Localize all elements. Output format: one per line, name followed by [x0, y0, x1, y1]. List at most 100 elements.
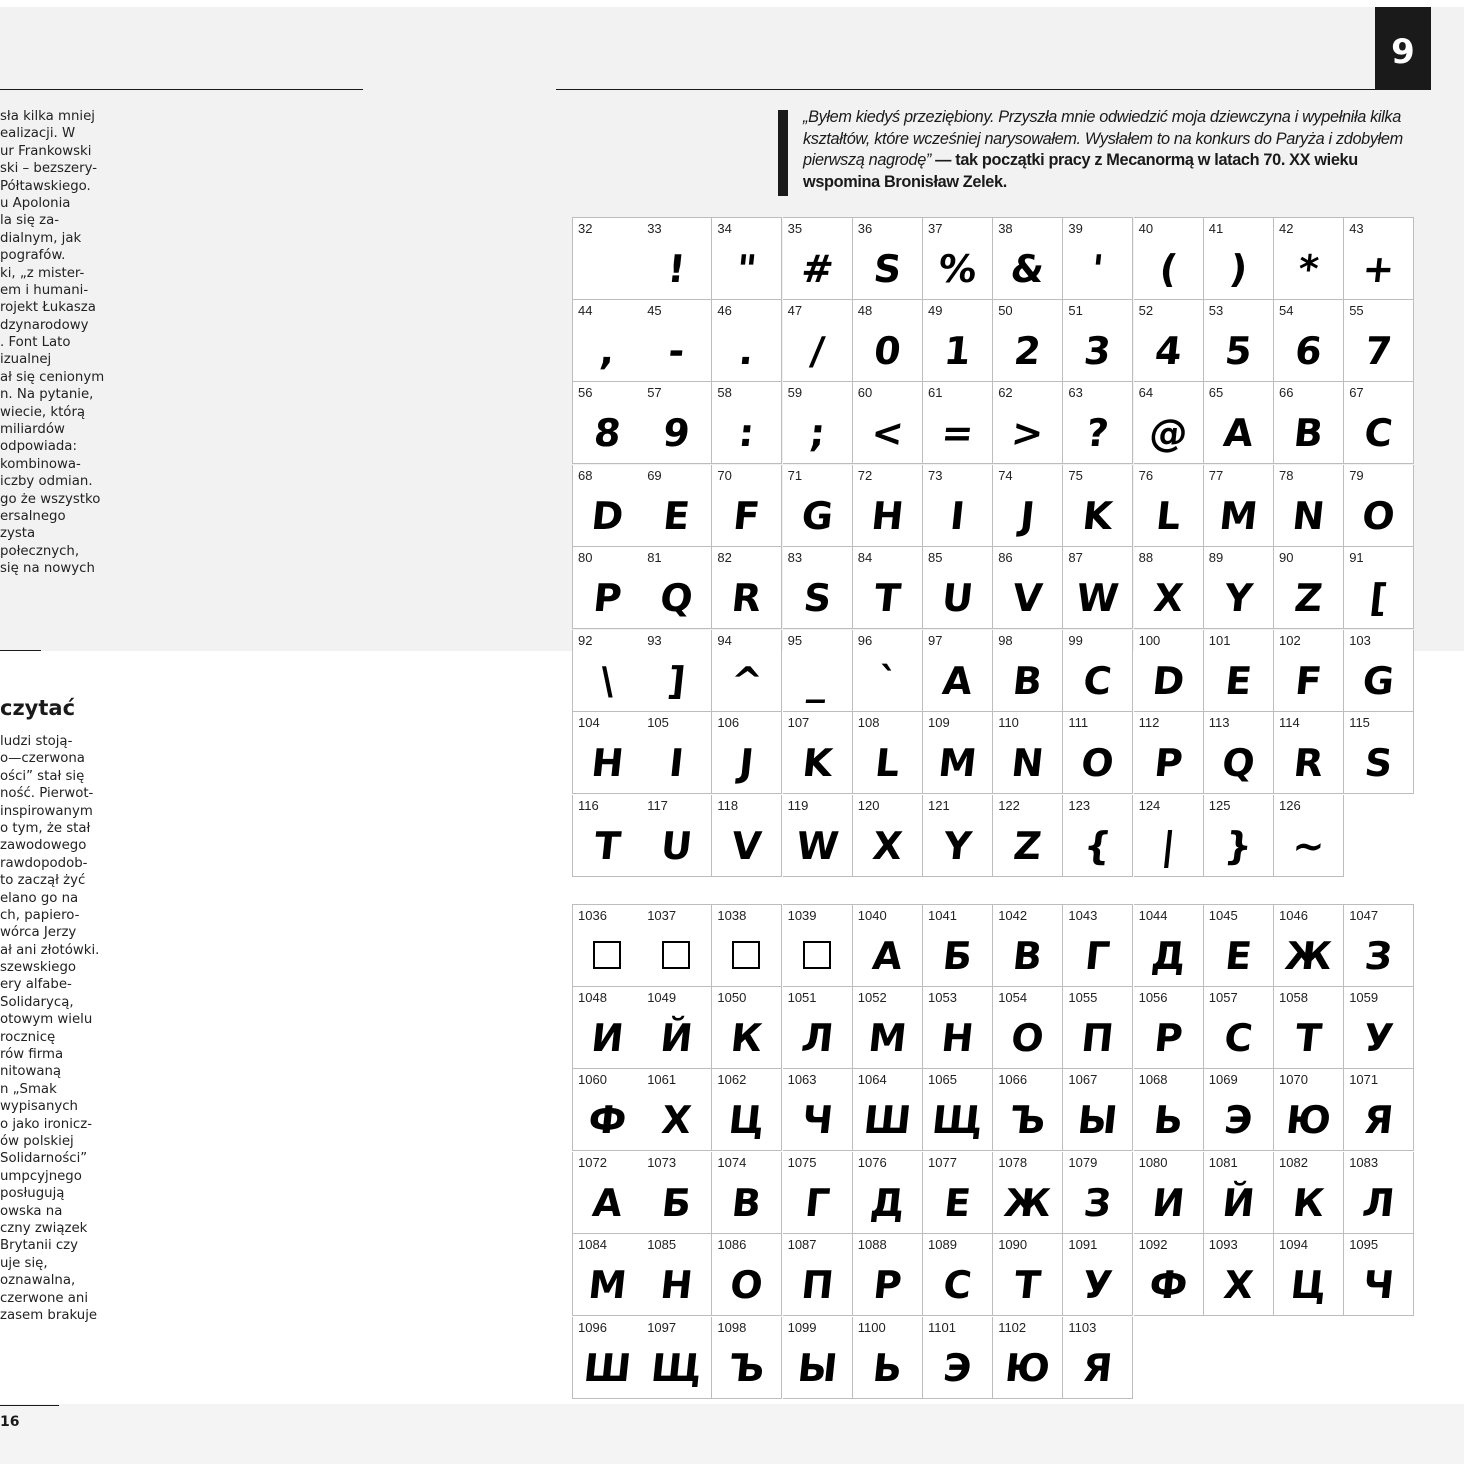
glyph-code: 1064: [857, 1072, 887, 1087]
glyph-code: 72: [857, 467, 873, 483]
glyph-sample: И: [1149, 1180, 1187, 1225]
glyph-sample: B: [1291, 411, 1326, 455]
glyph-code: 32: [578, 221, 593, 236]
glyph-cell: 96 `: [852, 629, 923, 712]
glyph-cell: 99 C: [1063, 629, 1134, 712]
glyph-sample: S: [1362, 741, 1395, 785]
glyph-cell: 1100 Ь: [852, 1316, 923, 1399]
glyph-sample: H: [869, 493, 906, 538]
glyph-cell: 118 V: [712, 794, 783, 877]
glyph-sample: Х: [659, 1098, 694, 1142]
glyph-cell: 90 Z: [1274, 547, 1344, 629]
glyph-cell: 100 D: [1133, 629, 1204, 712]
glyph-sample: В: [730, 1180, 764, 1225]
text-line: dialnym, jak: [0, 230, 82, 246]
section-heading: czytać: [0, 696, 76, 720]
glyph-cell: 1095 Ч: [1344, 1234, 1415, 1316]
quote-bar: [778, 110, 788, 196]
latin-glyph-grid: 32 33! 34 " 35 #36 S 37% 38 & 39 ' 40(41) 42 * 43 +44, 45…: [572, 217, 1415, 877]
glyph-sample: Д: [868, 1180, 907, 1225]
glyph-sample: .: [737, 328, 757, 373]
glyph-cell: 1071 Я: [1344, 1069, 1415, 1151]
glyph-code: 96: [857, 632, 873, 648]
glyph-cell: 124 |: [1133, 794, 1204, 877]
glyph-cell: 1079 З: [1063, 1151, 1134, 1234]
glyph-cell: 101 E: [1203, 629, 1274, 712]
glyph-code: 51: [1068, 302, 1083, 318]
glyph-code: 1102: [998, 1319, 1027, 1335]
missing-glyph-box-icon: [802, 941, 831, 969]
glyph-code: 1084: [578, 1237, 607, 1252]
glyph-code: 98: [998, 632, 1013, 648]
glyph-code: 1096: [578, 1319, 607, 1335]
glyph-cell: 1064 Ш: [852, 1069, 923, 1151]
glyph-sample: Y: [941, 823, 974, 868]
glyph-cell: 1102 Ю: [993, 1316, 1064, 1399]
glyph-cell: 1036: [572, 904, 643, 987]
glyph-sample: А: [590, 1180, 625, 1225]
glyph-sample: У: [1080, 1263, 1115, 1307]
glyph-code: 112: [1138, 715, 1160, 730]
glyph-cell: 75 K: [1063, 464, 1134, 547]
glyph-cell: 1037: [642, 904, 713, 987]
glyph-sample: Ж: [1002, 1180, 1054, 1225]
glyph-sample: Й: [1220, 1180, 1257, 1225]
glyph-cell: 52 4: [1133, 299, 1204, 382]
glyph-sample: F: [1293, 658, 1324, 703]
glyph-sample: M: [936, 741, 979, 785]
glyph-code: 118: [717, 797, 739, 813]
glyph-code: 111: [1068, 715, 1089, 730]
glyph-sample: L: [872, 741, 902, 785]
glyph-cell: 1081 Й: [1203, 1151, 1274, 1234]
glyph-code: 46: [717, 302, 732, 318]
text-line: ości” stał się: [0, 768, 85, 784]
glyph-sample: Щ: [649, 1345, 705, 1390]
glyph-code: 1101: [928, 1319, 956, 1335]
text-line: n. Na pytanie,: [0, 387, 94, 403]
glyph-cell: 1089 С: [923, 1234, 993, 1316]
glyph-code: 55: [1349, 302, 1364, 318]
glyph-cell: 68 D: [572, 464, 643, 547]
glyph-sample: &: [1008, 247, 1047, 291]
glyph-sample: Ф: [586, 1098, 629, 1142]
glyph-cell: 105 I: [642, 712, 713, 794]
glyph-code: 1059: [1349, 989, 1379, 1005]
glyph-code: 81: [647, 550, 662, 565]
text-line: zasem brakuje: [0, 1307, 98, 1323]
glyph-cell: 47/: [782, 299, 853, 382]
glyph-sample: T: [592, 823, 623, 868]
glyph-cell: 58:: [712, 382, 783, 464]
glyph-code: 38: [998, 221, 1013, 236]
glyph-sample: С: [1222, 1015, 1255, 1060]
glyph-code: 53: [1208, 302, 1224, 318]
glyph-sample: 9: [661, 411, 693, 455]
glyph-cell: 67 C: [1344, 382, 1415, 464]
glyph-code: 48: [857, 302, 873, 318]
glyph-cell: 1099 Ы: [782, 1316, 853, 1399]
glyph-cell: 115 S: [1344, 712, 1415, 794]
pull-quote: „Byłem kiedyś przeziębiony. Przyszła mni…: [803, 107, 1423, 194]
glyph-sample: ?: [1084, 411, 1112, 455]
glyph-cell: 43 +: [1344, 217, 1415, 300]
glyph-sample: %: [936, 247, 979, 291]
glyph-code: 67: [1349, 385, 1364, 400]
glyph-code: 1041: [928, 908, 957, 923]
text-line: ał się cenionym: [0, 369, 105, 385]
glyph-code: 124: [1138, 797, 1161, 813]
text-line: dzynarodowy: [0, 317, 89, 333]
text-line: czny związek: [0, 1220, 88, 1236]
glyph-code: 1061: [647, 1072, 677, 1087]
glyph-sample: A: [940, 658, 975, 703]
text-line: ów polskiej: [0, 1133, 74, 1149]
glyph-cell: 119 W: [782, 794, 853, 877]
glyph-cell: 1084 М: [572, 1234, 643, 1316]
glyph-sample: 4: [1152, 328, 1184, 373]
glyph-cell: 1058 Т: [1274, 986, 1344, 1069]
glyph-code: 1078: [998, 1154, 1028, 1170]
text-line: uje się,: [0, 1255, 48, 1271]
glyph-cell: 1051 Л: [782, 986, 853, 1069]
glyph-cell: 1068 Ь: [1133, 1069, 1204, 1151]
glyph-sample: Я: [1080, 1345, 1115, 1390]
left-column-text-top: sła kilka mniej ealizacji. Wur Frankowski…: [0, 108, 105, 578]
glyph-code: 101: [1208, 632, 1231, 648]
